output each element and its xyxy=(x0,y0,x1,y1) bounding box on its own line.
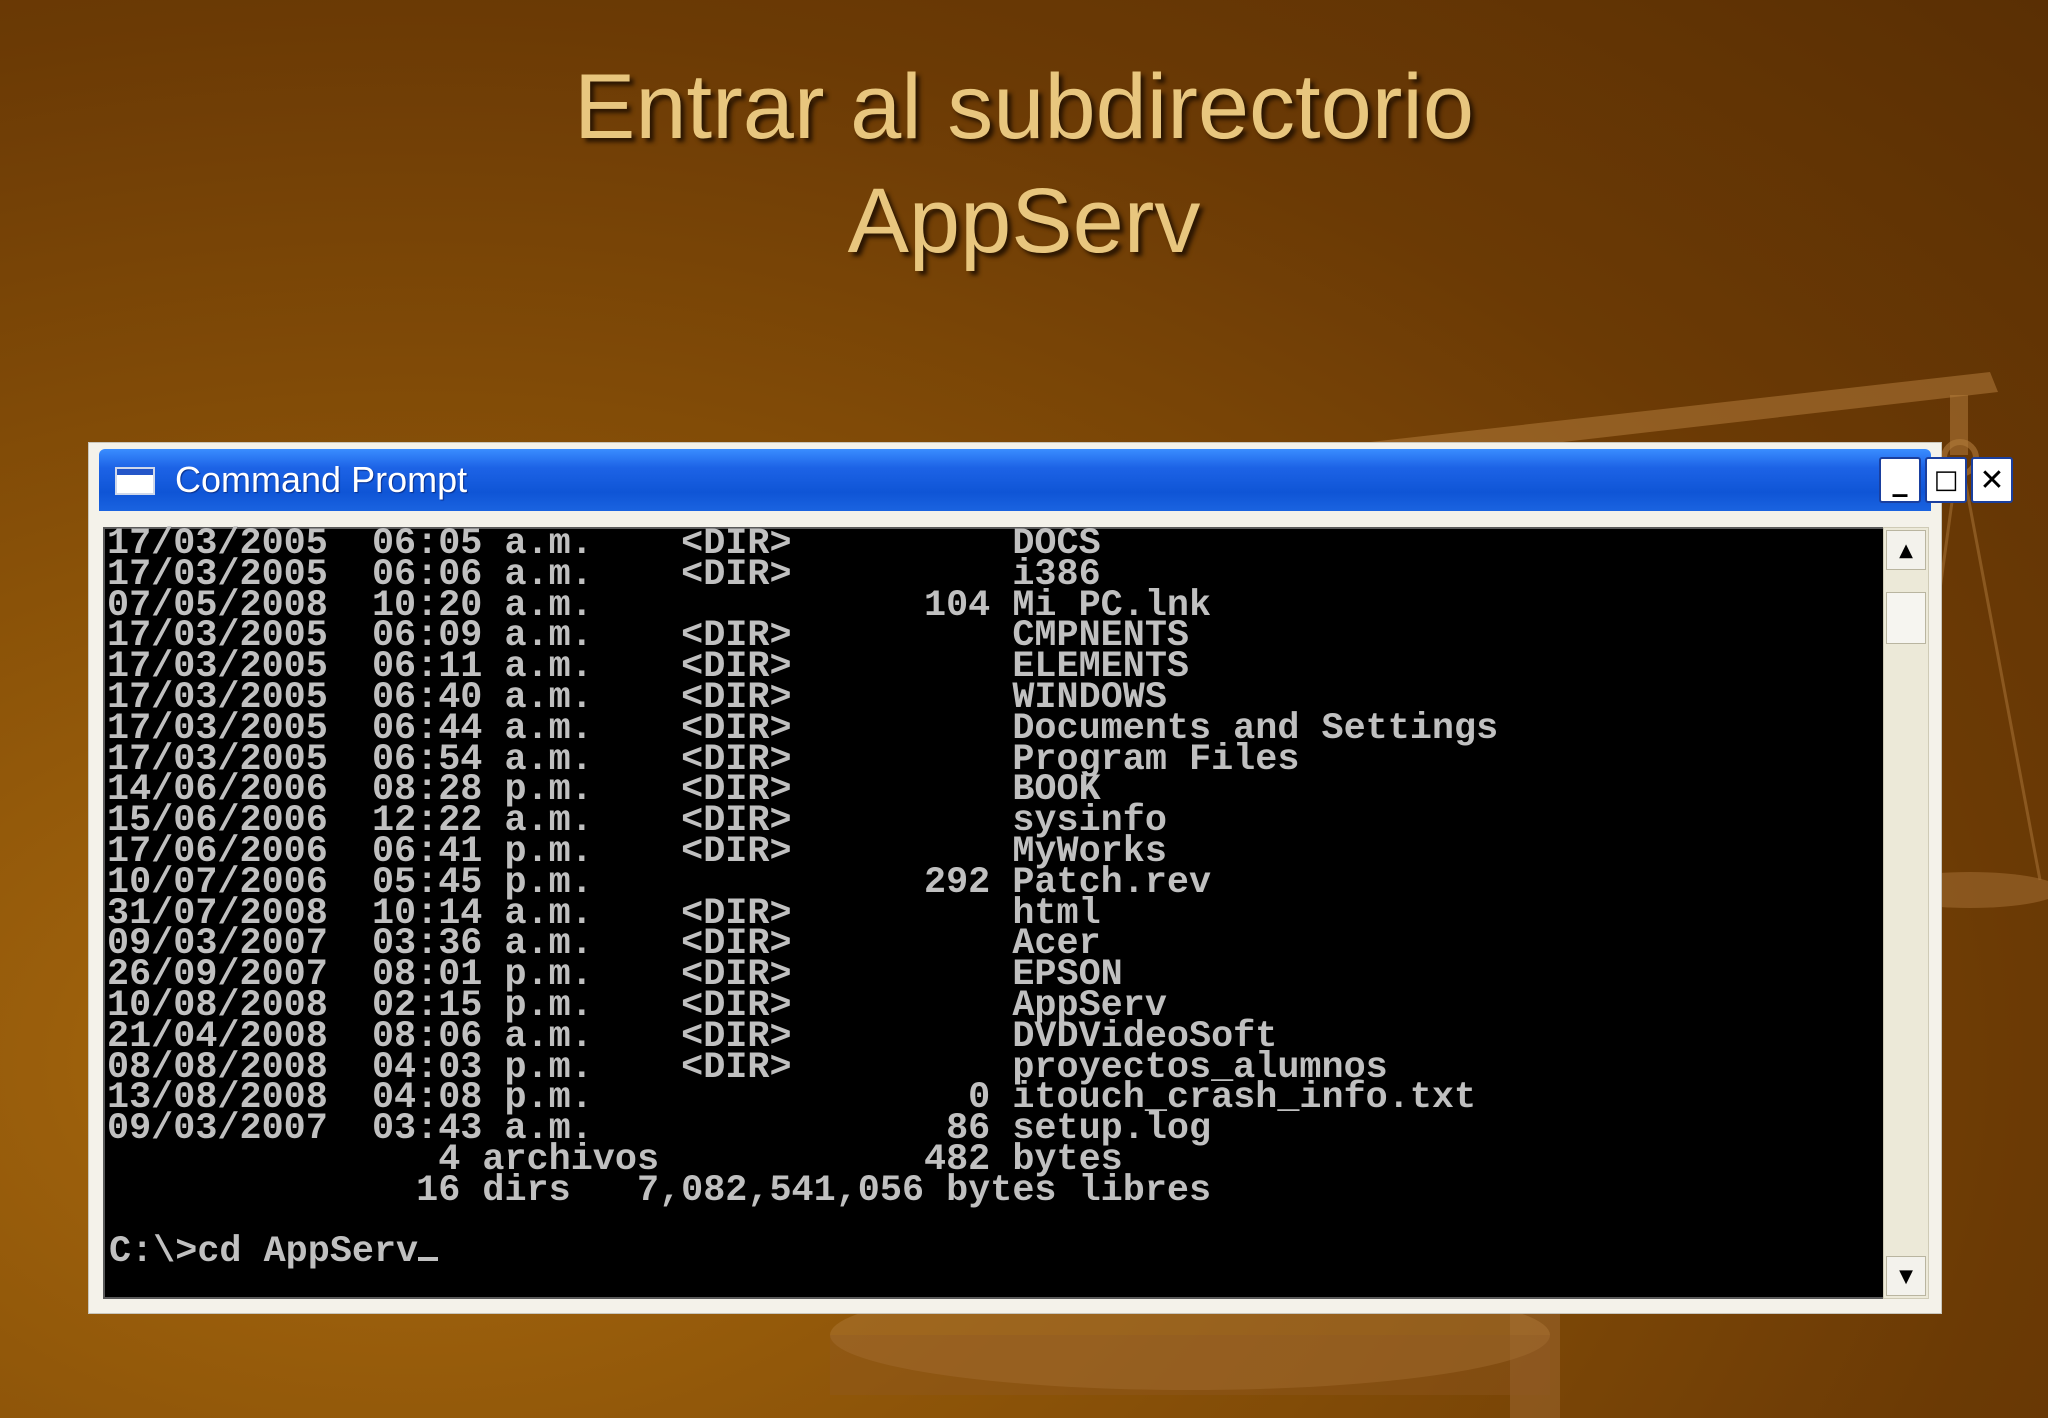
slide-title-line-1: Entrar al subdirectorio xyxy=(574,56,1474,158)
window-titlebar[interactable]: Command Prompt _ □ ✕ xyxy=(99,449,2013,511)
slide-title-line-2: AppServ xyxy=(847,170,1201,272)
text-cursor xyxy=(418,1257,439,1261)
close-button[interactable]: ✕ xyxy=(1971,457,2013,503)
window-title: Command Prompt xyxy=(175,459,468,500)
console-output[interactable]: 17/03/2005 06:05 a.m. <DIR> DOCS 17/03/2… xyxy=(103,526,1883,1299)
console-window-icon[interactable] xyxy=(115,467,155,495)
close-icon: ✕ xyxy=(1979,462,2005,498)
up-arrow-icon: ▲ xyxy=(1899,539,1913,561)
scrollbar-thumb[interactable] xyxy=(1886,592,1926,644)
scroll-up-button[interactable]: ▲ xyxy=(1886,530,1926,570)
vertical-scrollbar[interactable]: ▲ ▼ xyxy=(1883,527,1929,1299)
command-prompt-window[interactable]: Command Prompt _ □ ✕ 17/03/2005 06:05 a.… xyxy=(88,442,2013,1314)
command-line[interactable]: C:\>cd AppServ xyxy=(107,1234,439,1270)
maximize-button[interactable]: □ xyxy=(1925,457,1967,503)
maximize-icon: □ xyxy=(1933,465,1959,495)
directory-listing: 17/03/2005 06:05 a.m. <DIR> DOCS 17/03/2… xyxy=(105,526,1883,1210)
minimize-button[interactable]: _ xyxy=(1879,457,1921,503)
down-arrow-icon: ▼ xyxy=(1899,1265,1913,1287)
slide-title: Entrar al subdirectorio AppServ xyxy=(0,50,2048,278)
command-prompt-text: C:\>cd AppServ xyxy=(109,1231,419,1273)
minimize-icon: _ xyxy=(1892,462,1908,498)
console-line: 16 dirs 7,082,541,056 bytes libres xyxy=(107,1169,1212,1212)
scroll-down-button[interactable]: ▼ xyxy=(1886,1256,1926,1296)
